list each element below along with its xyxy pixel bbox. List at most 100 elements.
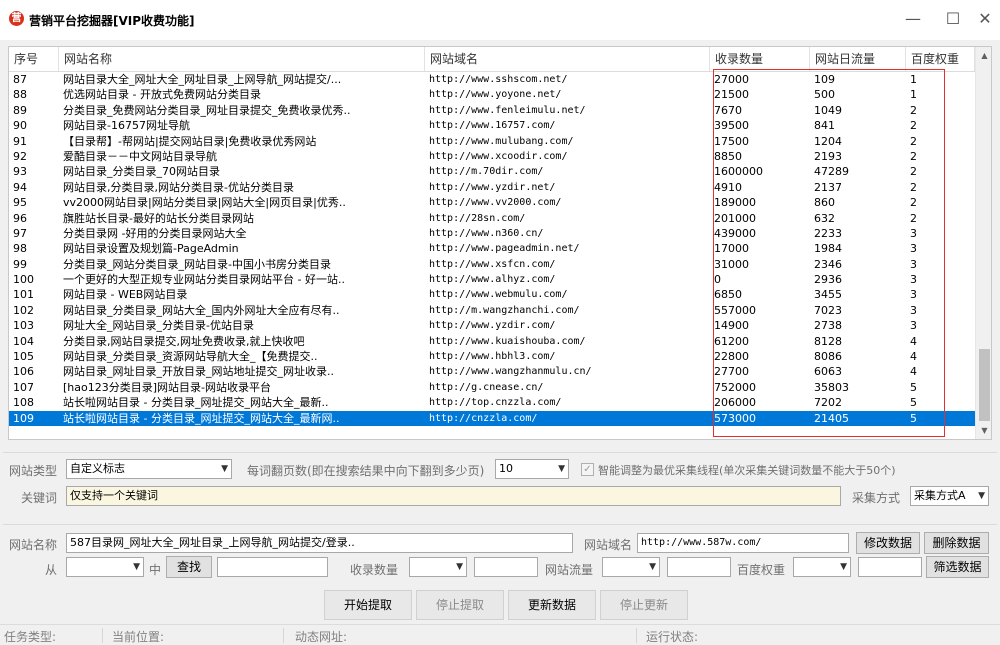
row-baidu-weight: 1 [910,73,917,86]
table-row[interactable]: 100 一个更好的大型正规专业网站分类目录网站平台 - 好一站.. http://w… [9,272,975,287]
row-indexed-count: 206000 [714,396,756,410]
table-row[interactable]: 88 优选网站目录 - 开放式免费网站分类目录 http://www.yoyone.… [9,87,975,102]
chevron-down-icon: ▼ [978,491,985,501]
header-baidu-weight[interactable]: 百度权重 [906,47,975,71]
row-baidu-weight: 2 [910,196,917,210]
keyword-input[interactable]: 仅支持一个关键词 [66,486,841,506]
maximize-button[interactable]: ☐ [938,6,968,32]
row-index: 88 [13,88,27,102]
site-type-select[interactable]: 自定义标志 ▼ [66,459,232,479]
collect-mode-select[interactable]: 采集方式A ▼ [910,486,989,506]
row-domain: http://www.hbhl3.com/ [429,351,556,363]
count-operator-select[interactable]: ▼ [409,557,467,577]
row-site-name: 分类目录_免费网站分类目录_网址目录提交_免费收录优秀.. [63,103,351,117]
table-row[interactable]: 104 分类目录,网站目录提交,网址免费收录,就上快收吧 http://www.ku… [9,334,975,349]
scroll-thumb[interactable] [979,349,990,421]
row-indexed-count: 573000 [714,411,756,425]
row-daily-traffic: 3455 [814,288,842,302]
row-index: 91 [13,134,27,148]
table-row[interactable]: 106 网站目录_网址目录_开放目录_网站地址提交_网址收录.. http://ww… [9,364,975,379]
scroll-down-icon[interactable]: ▼ [976,422,991,439]
row-daily-traffic: 7202 [814,396,842,410]
table-row[interactable]: 97 分类目录网 -好用的分类目录网站大全 http://www.n360.cn/4… [9,226,975,241]
row-domain: http://www.mulubang.com/ [429,135,574,147]
header-indexed-count[interactable]: 收录数量 [710,47,810,71]
row-index: 102 [13,303,34,317]
find-input[interactable] [217,557,328,577]
site-name-input[interactable]: 587目录网_网址大全_网址目录_上网导航_网站提交/登录.. [66,533,573,553]
scroll-up-icon[interactable]: ▲ [976,47,991,64]
row-domain: http://m.70dir.com/ [429,166,544,178]
row-index: 106 [13,365,34,379]
find-button[interactable]: 查找 [166,556,212,578]
table-row[interactable]: 93 网站目录_分类目录_70网站目录 http://m.70dir.com/160… [9,164,975,179]
row-daily-traffic: 6063 [814,365,842,379]
table-row[interactable]: 90 网站目录-16757网址导航 http://www.16757.com/395… [9,118,975,133]
site-type-label: 网站类型 [9,464,58,478]
row-domain: http://www.pageadmin.net/ [429,243,580,255]
smart-thread-checkbox[interactable]: ✓ [581,463,594,476]
table-row[interactable]: 101 网站目录 - WEB网站目录 http://www.webmulu.com/… [9,287,975,302]
table-row[interactable]: 105 网站目录_分类目录_资源网站导航大全_【免费提交.. http://www.… [9,349,975,364]
update-data-button[interactable]: 更新数据 [508,590,596,620]
weight-operator-select[interactable]: ▼ [793,557,851,577]
row-index: 100 [13,273,34,287]
domain-label: 网站域名 [584,538,633,552]
stop-extract-button[interactable]: 停止提取 [416,590,504,620]
modify-data-button[interactable]: 修改数据 [856,532,920,554]
editor-divider [3,524,997,525]
table-row[interactable]: 108 站长啦网站目录 - 分类目录_网址提交_网站大全_最新.. http://t… [9,395,975,410]
table-row[interactable]: 95 vv2000网站目录|网站分类目录|网站大全|网页目录|优秀.. http:/… [9,195,975,210]
vertical-scrollbar[interactable]: ▲ ▼ [975,47,991,439]
row-indexed-count: 21500 [714,88,749,102]
row-index: 107 [13,380,34,394]
count-input[interactable] [474,557,538,577]
table-row[interactable]: 99 分类目录_网站分类目录_网站目录-中国小书房分类目录 http://www.x… [9,257,975,272]
stop-update-button[interactable]: 停止更新 [600,590,688,620]
row-indexed-count: 17000 [714,242,749,256]
close-button[interactable]: ✕ [970,6,1000,32]
grid-rows: 87 网站目录大全_网址大全_网址目录_上网导航_网站提交/... http://w… [9,72,975,426]
filter-data-button[interactable]: 筛选数据 [926,556,989,578]
traffic-input[interactable] [667,557,731,577]
table-row[interactable]: 91 【目录帮】-帮网站|提交网站目录|免费收录优秀网站 http://www.mu… [9,134,975,149]
table-row[interactable]: 103 网址大全_网站目录_分类目录-优站目录 http://www.yzdir.c… [9,318,975,333]
table-row[interactable]: 107 [hao123分类目录]网站目录-网站收录平台 http://g.cneas… [9,380,975,395]
table-row[interactable]: 92 爱酷目录－－中文网站目录导航 http://www.xcoodir.com/8… [9,149,975,164]
row-index: 103 [13,319,34,333]
start-extract-button[interactable]: 开始提取 [324,590,412,620]
table-row[interactable]: 102 网站目录_分类目录_网站大全_国内外网址大全应有尽有.. http://m.… [9,303,975,318]
header-domain[interactable]: 网站域名 [425,47,710,71]
table-row[interactable]: 96 旗胜站长目录-最好的站长分类目录网站 http://28sn.com/2010… [9,211,975,226]
row-daily-traffic: 1049 [814,103,842,117]
row-indexed-count: 4910 [714,180,742,194]
results-grid[interactable]: 序号 网站名称 网站域名 收录数量 网站日流量 百度权重 87 网站目录大全_网址… [8,46,992,440]
table-row[interactable]: 89 分类目录_免费网站分类目录_网址目录提交_免费收录优秀.. http://ww… [9,103,975,118]
table-row[interactable]: 94 网站目录,分类目录,网站分类目录-优站分类目录 http://www.yzdi… [9,180,975,195]
row-indexed-count: 1600000 [714,165,763,179]
minimize-button[interactable]: — [898,6,928,32]
row-site-name: [hao123分类目录]网站目录-网站收录平台 [63,380,271,394]
row-site-name: 网站目录_分类目录_资源网站导航大全_【免费提交.. [63,350,318,364]
header-site-name[interactable]: 网站名称 [59,47,425,71]
from-label: 从 [45,563,58,577]
table-row[interactable]: 109 站长啦网站目录 - 分类目录_网址提交_网站大全_最新网.. http://… [9,410,975,426]
pages-select[interactable]: 10 ▼ [495,459,569,479]
header-daily-traffic[interactable]: 网站日流量 [810,47,906,71]
table-row[interactable]: 98 网站目录设置及规划篇-PageAdmin http://www.pageadm… [9,241,975,256]
row-baidu-weight: 3 [910,319,917,333]
delete-data-button[interactable]: 删除数据 [924,532,989,554]
header-index[interactable]: 序号 [9,47,59,71]
row-site-name: 网站目录 - WEB网站目录 [63,288,188,302]
search-column-select[interactable]: ▼ [66,557,144,577]
row-site-name: 网站目录_分类目录_70网站目录 [63,165,220,179]
row-domain: http://top.cnzzla.com/ [429,397,562,409]
row-daily-traffic: 2193 [814,149,842,163]
collect-mode-label: 采集方式 [852,491,901,505]
traffic-operator-select[interactable]: ▼ [602,557,660,577]
weight-input[interactable] [858,557,922,577]
weight-label: 百度权重 [737,563,786,577]
table-row[interactable]: 87 网站目录大全_网址大全_网址目录_上网导航_网站提交/... http://w… [9,72,975,87]
row-domain: http://www.alhyz.com/ [429,274,556,286]
domain-input[interactable]: http://www.587w.com/ [637,533,849,553]
